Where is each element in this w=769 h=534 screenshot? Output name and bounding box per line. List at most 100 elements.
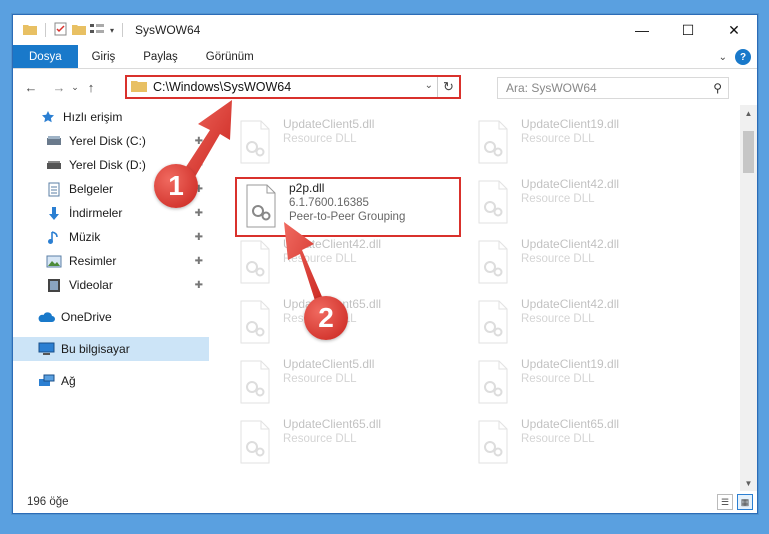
explorer-window: ▾ SysWOW64 — ☐ ✕ Dosya Giriş Paylaş Görü… [12, 14, 758, 514]
search-icon[interactable]: ⚲ [713, 81, 722, 95]
back-arrow-icon[interactable]: ← [21, 80, 41, 95]
file-description: Resource DLL [283, 133, 357, 145]
file-description: Resource DLL [283, 253, 357, 265]
new-folder-icon[interactable] [72, 23, 86, 38]
file-item[interactable]: UpdateClient65.dllResource DLL [473, 417, 701, 469]
minimize-button[interactable]: — [619, 15, 665, 45]
sidebar-item-label: Resimler [69, 254, 117, 268]
scroll-up-arrow-icon[interactable]: ▲ [740, 105, 757, 121]
cloud-icon [37, 309, 55, 325]
window-title: SysWOW64 [135, 23, 201, 37]
pin-icon: ✚ [194, 207, 203, 219]
file-description: Resource DLL [521, 193, 595, 205]
dll-file-icon [240, 420, 270, 464]
dll-file-icon [478, 120, 508, 164]
details-view-icon[interactable]: ☰ [717, 494, 733, 510]
scrollbar-thumb[interactable] [743, 131, 754, 173]
callout-badge-1: 1 [154, 164, 198, 208]
help-icon[interactable]: ? [735, 49, 751, 65]
file-description: Resource DLL [521, 433, 595, 445]
sidebar-item-quick-access[interactable]: Hızlı erişim [13, 105, 209, 129]
refresh-icon[interactable]: ↻ [437, 77, 459, 97]
sidebar-item-label: Yerel Disk (D:) [69, 158, 146, 172]
recent-locations-chevron-icon[interactable]: ⌄ [69, 82, 81, 93]
file-item[interactable]: UpdateClient42.dll Resource DLL [473, 237, 701, 289]
vertical-scrollbar[interactable]: ▲ ▼ [740, 105, 757, 491]
file-name: UpdateClient5.dll [283, 357, 375, 371]
sidebar-item-label: Ağ [61, 374, 76, 388]
file-item[interactable]: UpdateClient42.dll Resource DLL [473, 297, 701, 349]
music-icon [45, 229, 63, 245]
navigation-pane: Hızlı erişim Yerel Disk (C:) ✚ Yerel Dis… [13, 105, 209, 491]
tab-home[interactable]: Giriş [78, 45, 130, 68]
sidebar-item-label: Hızlı erişim [63, 110, 123, 124]
dll-file-icon [240, 120, 270, 164]
customize-toolbar-chevron-icon[interactable]: ▾ [110, 26, 114, 35]
file-name: UpdateClient19.dll [521, 357, 620, 371]
file-item[interactable]: UpdateClient19.dll Resource DLL [473, 357, 701, 409]
properties-icon[interactable] [54, 22, 68, 39]
file-item[interactable]: UpdateClient5.dll Resource DLL [235, 357, 463, 409]
search-box[interactable]: Ara: SysWOW64 ⚲ [497, 77, 729, 99]
file-item[interactable]: UpdateClient42.dll Resource DLL [235, 237, 463, 289]
tiles-view-icon[interactable]: ▦ [737, 494, 753, 510]
sidebar-item-this-pc[interactable]: Bu bilgisayar [13, 337, 209, 361]
file-item[interactable]: UpdateClient65.dllResource DLL [235, 297, 463, 349]
pin-icon: ✚ [194, 159, 203, 171]
sidebar-item-videos[interactable]: Videolar ✚ [13, 273, 209, 297]
view-options-icon[interactable] [90, 23, 106, 38]
file-name: UpdateClient42.dll [521, 297, 620, 311]
sidebar-item-pictures[interactable]: Resimler ✚ [13, 249, 209, 273]
file-item[interactable]: UpdateClient19.dll Resource DLL [473, 117, 701, 169]
sidebar-item-local-disk-c[interactable]: Yerel Disk (C:) ✚ [13, 129, 209, 153]
dll-file-icon [240, 300, 270, 344]
file-item-highlighted[interactable]: p2p.dll 6.1.7600.16385 Peer-to-Peer Grou… [235, 177, 461, 237]
sidebar-item-music[interactable]: Müzik ✚ [13, 225, 209, 249]
scroll-down-arrow-icon[interactable]: ▼ [740, 475, 757, 491]
file-item[interactable]: UpdateClient42.dll Resource DLL [473, 177, 701, 229]
file-description: Resource DLL [521, 133, 595, 145]
pin-icon: ✚ [194, 231, 203, 243]
network-icon [37, 373, 55, 389]
navigation-bar: ← → ⌄ ↑ C:\Windows\SysWOW64 ⌄ ↻ Ara: Sys… [13, 69, 757, 105]
file-item[interactable]: UpdateClient5.dll Resource DLL [235, 117, 463, 169]
file-name: UpdateClient5.dll [283, 117, 375, 131]
up-arrow-icon[interactable]: ↑ [81, 80, 101, 95]
dll-file-icon [240, 240, 270, 284]
dll-file-icon [240, 360, 270, 404]
folder-icon [23, 23, 37, 38]
file-description: Peer-to-Peer Grouping [289, 211, 406, 223]
dll-file-icon [478, 420, 508, 464]
tab-share[interactable]: Paylaş [129, 45, 192, 68]
drive-icon [45, 133, 63, 149]
sidebar-item-network[interactable]: Ağ [13, 369, 209, 393]
dll-file-icon [478, 240, 508, 284]
file-version: 6.1.7600.16385 [289, 197, 369, 209]
maximize-button[interactable]: ☐ [665, 15, 711, 45]
forward-arrow-icon[interactable]: → [49, 80, 69, 95]
documents-icon [45, 181, 63, 197]
file-name: UpdateClient42.dll [521, 177, 620, 191]
sidebar-item-onedrive[interactable]: OneDrive [13, 305, 209, 329]
window-controls: — ☐ ✕ [619, 15, 757, 45]
file-item[interactable]: UpdateClient65.dllResource DLL [235, 417, 463, 469]
tab-file[interactable]: Dosya [13, 45, 78, 68]
close-button[interactable]: ✕ [711, 15, 757, 45]
pictures-icon [45, 253, 63, 269]
expand-ribbon-chevron-icon[interactable]: ⌄ [719, 52, 727, 63]
title-bar: ▾ SysWOW64 — ☐ ✕ [13, 15, 757, 45]
star-icon [39, 109, 57, 125]
sidebar-item-label: Videolar [69, 278, 113, 292]
file-description: Resource DLL [283, 433, 357, 445]
sidebar-item-label: Yerel Disk (C:) [69, 134, 146, 148]
tab-view[interactable]: Görünüm [192, 45, 268, 68]
separator [45, 23, 46, 37]
file-name: UpdateClient42.dll [521, 237, 620, 251]
address-bar[interactable]: C:\Windows\SysWOW64 ⌄ ↻ [125, 75, 461, 99]
file-description: Resource DLL [521, 253, 595, 265]
ribbon-tabs: Dosya Giriş Paylaş Görünüm ⌄ ? [13, 45, 757, 69]
file-name: p2p.dll [289, 181, 325, 195]
callout-badge-2: 2 [304, 296, 348, 340]
address-dropdown-chevron-icon[interactable]: ⌄ [425, 80, 433, 91]
file-description: Resource DLL [283, 373, 357, 385]
